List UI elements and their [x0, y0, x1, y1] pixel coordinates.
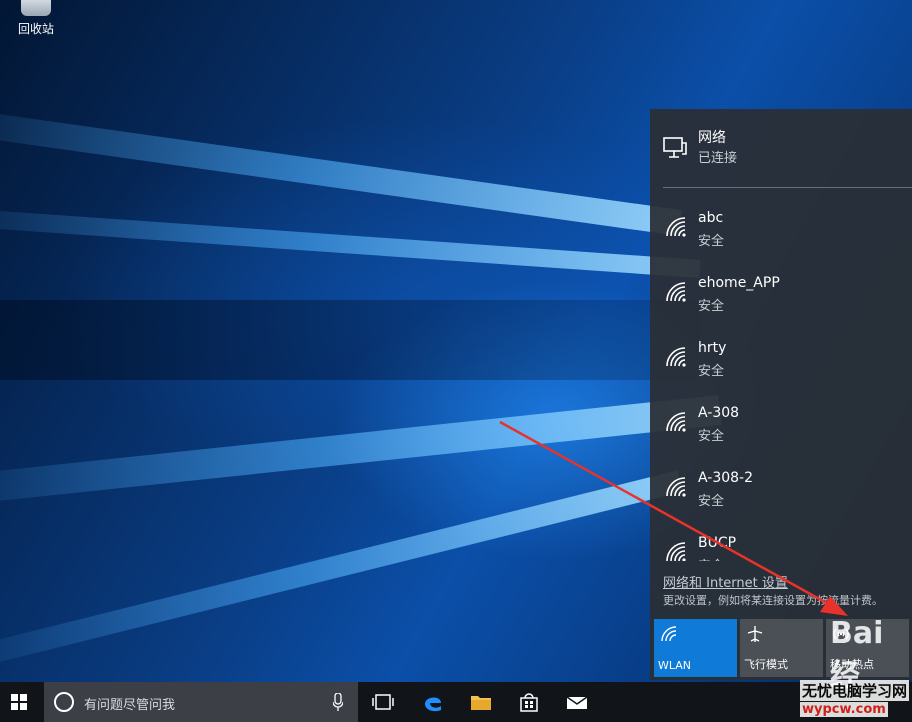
- mail-icon[interactable]: [566, 692, 588, 712]
- wifi-network-name: abc: [698, 210, 724, 226]
- wifi-network-list: abc 安全 ehome_APP 安全 hrty 安全 A-308 安全 A-3…: [650, 205, 912, 561]
- network-title: 网络: [698, 130, 726, 146]
- wifi-network-security: 安全: [698, 494, 725, 509]
- network-connection-status: 已连接: [698, 151, 738, 166]
- search-placeholder: 有问题尽管问我: [84, 698, 176, 713]
- wifi-network-item[interactable]: A-308 安全: [650, 400, 912, 460]
- wifi-network-security: 安全: [698, 299, 725, 314]
- wifi-network-security: 安全: [698, 364, 725, 379]
- wifi-signal-icon: [666, 282, 686, 302]
- wifi-signal-icon: [666, 477, 686, 497]
- wifi-signal-icon: [666, 542, 686, 561]
- wifi-network-item[interactable]: ehome_APP 安全: [650, 270, 912, 330]
- airplane-mode-label: 飞行模式: [744, 658, 788, 671]
- ethernet-icon: [663, 137, 687, 158]
- microphone-icon[interactable]: [333, 693, 343, 711]
- wifi-signal-icon: [666, 412, 686, 432]
- network-settings-link[interactable]: 网络和 Internet 设置: [663, 572, 788, 591]
- divider: [663, 187, 912, 188]
- taskbar: 有问题尽管问我: [0, 682, 912, 722]
- wifi-network-name: A-308: [698, 405, 740, 421]
- network-status-header[interactable]: 网络 已连接: [650, 109, 912, 187]
- wifi-signal-icon: [666, 347, 686, 367]
- store-icon[interactable]: [518, 692, 540, 712]
- wifi-icon: [661, 626, 677, 642]
- wifi-network-name: hrty: [698, 340, 727, 356]
- wifi-signal-icon: [666, 217, 686, 237]
- recycle-bin-label: 回收站: [17, 22, 54, 36]
- wifi-network-item[interactable]: BUCP 安全: [650, 530, 912, 561]
- recycle-bin[interactable]: 回收站: [12, 0, 60, 37]
- edge-icon[interactable]: [422, 692, 444, 712]
- wifi-network-name: ehome_APP: [698, 275, 780, 291]
- network-settings-description: 更改设置，例如将某连接设置为按流量计费。: [663, 594, 883, 607]
- wifi-network-item[interactable]: A-308-2 安全: [650, 465, 912, 525]
- watermark-site-url: wypcw.com: [800, 702, 888, 717]
- watermark-site-name: 无忧电脑学习网: [800, 680, 910, 701]
- cortana-search-box[interactable]: 有问题尽管问我: [44, 682, 358, 722]
- wifi-network-security: 安全: [698, 429, 725, 444]
- recycle-bin-icon: [21, 0, 51, 16]
- airplane-icon: [747, 626, 763, 642]
- cortana-icon: [54, 692, 74, 712]
- wifi-network-security: 安全: [698, 555, 724, 561]
- watermark: Bai经 无忧电脑学习网 wypcw.com: [790, 616, 912, 722]
- wlan-toggle-tile[interactable]: WLAN: [654, 619, 737, 677]
- file-explorer-icon[interactable]: [470, 692, 492, 712]
- wifi-network-name: A-308-2: [698, 470, 754, 486]
- network-flyout: 网络 已连接 abc 安全 ehome_APP 安全 hrty 安全 A-308…: [650, 109, 912, 680]
- wifi-network-security: 安全: [698, 234, 725, 249]
- wifi-network-name: BUCP: [698, 535, 737, 551]
- wifi-network-item[interactable]: hrty 安全: [650, 335, 912, 395]
- task-view-icon[interactable]: [372, 692, 394, 712]
- wlan-tile-label: WLAN: [658, 659, 692, 672]
- wifi-network-item[interactable]: abc 安全: [650, 205, 912, 265]
- start-icon[interactable]: [11, 694, 27, 710]
